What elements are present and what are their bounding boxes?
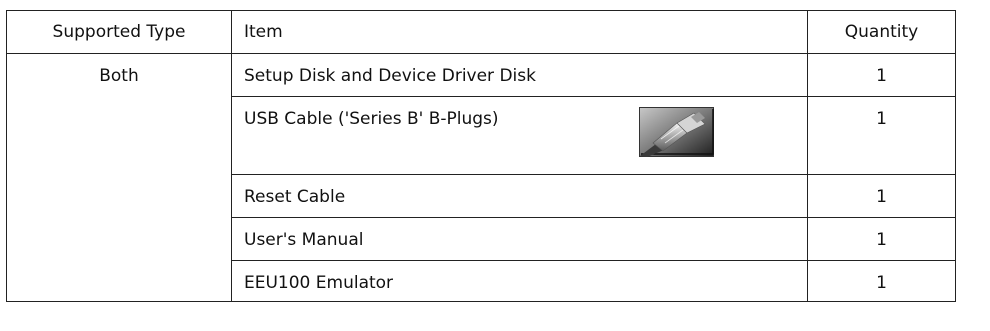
item-cell: EEU100 Emulator <box>231 260 808 302</box>
item-label: USB Cable ('Series B' B-Plugs) <box>244 109 499 129</box>
header-supported-type: Supported Type <box>6 10 232 54</box>
item-cell: User's Manual <box>231 217 808 261</box>
header-row: Supported Type Item Quantity <box>6 10 956 54</box>
item-cell: Setup Disk and Device Driver Disk <box>231 53 808 97</box>
quantity-cell: 1 <box>807 53 956 97</box>
item-cell-usb: USB Cable ('Series B' B-Plugs) <box>231 96 808 175</box>
quantity-cell: 1 <box>807 260 956 302</box>
quantity-cell: 1 <box>807 217 956 261</box>
package-contents-table: Supported Type Item Quantity Both Setup … <box>6 10 956 302</box>
supported-type-cell: Both <box>6 53 232 302</box>
table-row: Both Setup Disk and Device Driver Disk 1 <box>6 53 956 302</box>
item-cell: Reset Cable <box>231 174 808 218</box>
page: Supported Type Item Quantity Both Setup … <box>0 0 990 331</box>
usb-cable-icon <box>639 107 714 157</box>
quantity-cell: 1 <box>807 174 956 218</box>
header-quantity: Quantity <box>807 10 956 54</box>
header-item: Item <box>231 10 808 54</box>
quantity-cell: 1 <box>807 96 956 175</box>
